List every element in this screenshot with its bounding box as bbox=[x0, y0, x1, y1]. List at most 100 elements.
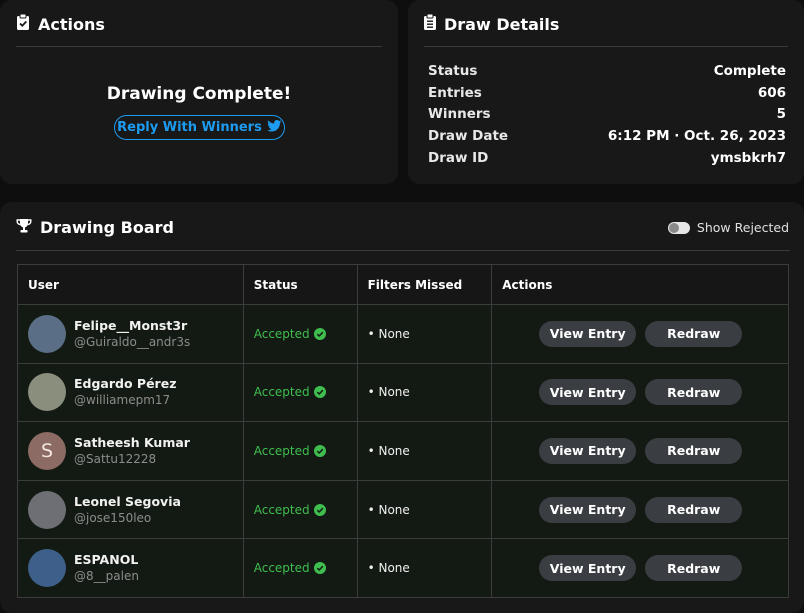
detail-value: 606 bbox=[757, 84, 786, 101]
user-name: ESPANOL bbox=[74, 552, 139, 568]
filters-missed-value: • None bbox=[367, 443, 410, 458]
detail-label: Draw Date bbox=[428, 127, 509, 144]
row-actions: View Entry Redraw bbox=[502, 437, 788, 464]
drawing-complete-message: Drawing Complete! bbox=[106, 84, 292, 104]
status-text: Accepted bbox=[253, 443, 310, 458]
user-handle[interactable]: @williamepm17 bbox=[74, 392, 176, 408]
status-cell: Accepted bbox=[242, 304, 358, 364]
column-header-status: Status bbox=[242, 264, 358, 305]
user-text: Felipe__Monst3r @Guiraldo__andr3s bbox=[74, 318, 190, 350]
status-text: Accepted bbox=[253, 326, 310, 341]
show-rejected-label: Show Rejected bbox=[696, 220, 789, 235]
avatar[interactable] bbox=[28, 373, 66, 412]
view-entry-button[interactable]: View Entry bbox=[539, 555, 637, 582]
check-circle-icon bbox=[313, 444, 326, 457]
detail-value: 5 bbox=[776, 106, 786, 123]
redraw-button[interactable]: Redraw bbox=[645, 320, 743, 347]
detail-row-winners: Winners 5 bbox=[428, 103, 786, 125]
user-handle[interactable]: @8__palen bbox=[74, 568, 139, 584]
view-entry-button[interactable]: View Entry bbox=[539, 496, 637, 523]
actions-divider bbox=[16, 46, 382, 47]
avatar[interactable]: S bbox=[28, 431, 66, 470]
status-badge: Accepted bbox=[254, 385, 357, 399]
status-badge: Accepted bbox=[254, 503, 357, 517]
status-text: Accepted bbox=[253, 502, 310, 517]
avatar[interactable] bbox=[28, 549, 66, 588]
avatar-letter: S bbox=[40, 439, 54, 462]
avatar[interactable] bbox=[28, 490, 66, 529]
view-entry-button[interactable]: View Entry bbox=[539, 437, 637, 464]
show-rejected-toggle[interactable]: Show Rejected bbox=[667, 220, 789, 235]
filters-cell: • None bbox=[356, 304, 493, 364]
detail-label: Draw ID bbox=[428, 149, 489, 166]
actions-card: Actions Drawing Complete! Reply With Win… bbox=[0, 0, 398, 184]
reply-with-winners-button[interactable]: Reply With Winners bbox=[114, 115, 285, 140]
table-row: Felipe__Monst3r @Guiraldo__andr3s Accepted… bbox=[17, 304, 789, 364]
row-actions: View Entry Redraw bbox=[502, 320, 788, 347]
user-cell: ESPANOL @8__palen bbox=[17, 538, 244, 598]
user-name: Felipe__Monst3r bbox=[74, 317, 188, 333]
redraw-button[interactable]: Redraw bbox=[645, 555, 743, 582]
draw-details-card: Draw Details Status Complete Entries 606… bbox=[408, 0, 804, 184]
user-handle[interactable]: @Sattu12228 bbox=[74, 451, 190, 467]
status-cell: Accepted bbox=[242, 421, 358, 481]
user-name: Leonel Segovia bbox=[74, 493, 181, 509]
detail-row-entries: Entries 606 bbox=[428, 82, 786, 104]
user-name: Edgardo Pérez bbox=[74, 376, 177, 392]
user-handle[interactable]: @jose150leo bbox=[74, 510, 181, 526]
actions-title: Actions bbox=[38, 14, 105, 34]
detail-label: Status bbox=[428, 62, 478, 79]
reply-with-winners-label: Reply With Winners bbox=[117, 120, 262, 135]
status-cell: Accepted bbox=[242, 479, 358, 540]
user-info: Leonel Segovia @jose150leo bbox=[28, 490, 243, 529]
row-actions: View Entry Redraw bbox=[502, 379, 788, 406]
user-cell: Edgardo Pérez @williamepm17 bbox=[17, 362, 244, 423]
twitter-icon bbox=[267, 119, 282, 136]
check-circle-icon bbox=[313, 503, 326, 516]
user-info: Edgardo Pérez @williamepm17 bbox=[28, 373, 243, 412]
user-cell: S Satheesh Kumar @Sattu12228 bbox=[17, 421, 244, 481]
redraw-button[interactable]: Redraw bbox=[645, 379, 743, 406]
user-text: ESPANOL @8__palen bbox=[74, 552, 139, 584]
drawing-board-card: Drawing Board Show Rejected User Status … bbox=[0, 202, 804, 613]
user-handle[interactable]: @Guiraldo__andr3s bbox=[74, 334, 190, 350]
table-row: Edgardo Pérez @williamepm17 Accepted • None… bbox=[17, 362, 789, 423]
draw-details-divider bbox=[424, 46, 788, 47]
actions-cell: View Entry Redraw bbox=[491, 362, 789, 423]
column-header-user: User bbox=[17, 264, 244, 305]
detail-value: ymsbkrh7 bbox=[710, 149, 786, 166]
user-cell: Leonel Segovia @jose150leo bbox=[17, 479, 244, 540]
filters-missed-value: • None bbox=[367, 385, 410, 400]
user-text: Satheesh Kumar @Sattu12228 bbox=[74, 435, 190, 467]
redraw-button[interactable]: Redraw bbox=[645, 496, 743, 523]
table-header-row: User Status Filters Missed Actions bbox=[17, 264, 789, 305]
user-info: S Satheesh Kumar @Sattu12228 bbox=[28, 431, 243, 470]
detail-label: Entries bbox=[428, 84, 482, 101]
toggle-switch[interactable] bbox=[667, 221, 690, 234]
draw-details-header: Draw Details bbox=[424, 13, 559, 34]
actions-cell: View Entry Redraw bbox=[491, 479, 789, 540]
actions-cell: View Entry Redraw bbox=[491, 304, 789, 364]
check-circle-icon bbox=[313, 386, 326, 399]
row-actions: View Entry Redraw bbox=[502, 555, 788, 582]
user-cell: Felipe__Monst3r @Guiraldo__andr3s bbox=[17, 304, 244, 364]
drawing-board-header: Drawing Board bbox=[16, 218, 174, 237]
check-circle-icon bbox=[313, 327, 326, 340]
drawing-board-table: User Status Filters Missed Actions Felip… bbox=[17, 264, 789, 598]
clipboard-check-icon bbox=[16, 13, 30, 34]
filters-cell: • None bbox=[356, 479, 493, 540]
avatar[interactable] bbox=[28, 314, 66, 353]
clipboard-list-icon bbox=[424, 13, 436, 34]
detail-value: Complete bbox=[713, 62, 786, 79]
redraw-button[interactable]: Redraw bbox=[645, 437, 743, 464]
status-badge: Accepted bbox=[254, 327, 357, 341]
detail-row-status: Status Complete bbox=[428, 60, 786, 82]
view-entry-button[interactable]: View Entry bbox=[539, 320, 637, 347]
filters-missed-value: • None bbox=[367, 502, 410, 517]
actions-cell: View Entry Redraw bbox=[491, 538, 789, 598]
filters-missed-value: • None bbox=[367, 561, 410, 576]
status-cell: Accepted bbox=[242, 362, 358, 423]
view-entry-button[interactable]: View Entry bbox=[539, 379, 637, 406]
filters-cell: • None bbox=[356, 362, 493, 423]
table-row: ESPANOL @8__palen Accepted • None View Entry… bbox=[17, 538, 789, 598]
